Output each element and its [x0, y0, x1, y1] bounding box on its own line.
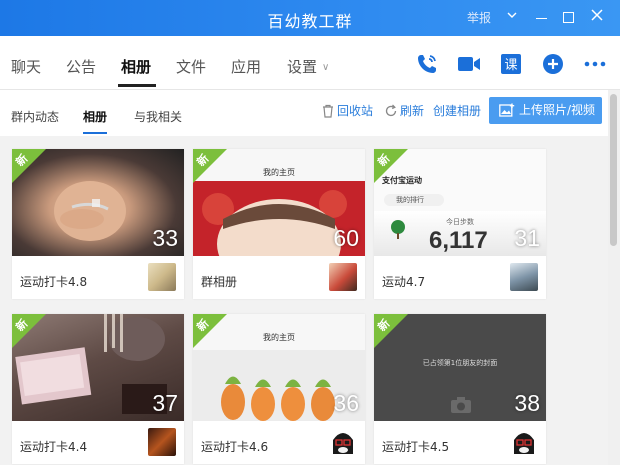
chevron-down-icon: ∨ — [322, 62, 330, 73]
active-tab-indicator — [118, 84, 156, 87]
avatar — [329, 428, 357, 456]
subtab-albums[interactable]: 相册 — [83, 108, 107, 125]
maximize-button[interactable] — [563, 9, 574, 23]
upload-photo-video-button[interactable]: 上传照片/视频 — [489, 97, 602, 124]
create-album-button[interactable]: 创建相册 — [433, 102, 481, 119]
album-card-yundong-4-6[interactable]: 我的主页 36 新 运动打卡4.6 — [193, 314, 365, 464]
album-name: 运动打卡4.6 — [201, 440, 269, 454]
subtab-group-activity[interactable]: 群内动态 — [11, 108, 59, 125]
tab-announcement[interactable]: 公告 — [66, 56, 96, 77]
album-card-group-album[interactable]: 我的主页 60 新 群相册 — [193, 149, 365, 299]
chevron-down-icon[interactable] — [506, 9, 518, 27]
tab-files[interactable]: 文件 — [176, 56, 206, 77]
steps-label: 今日步数 — [446, 218, 474, 226]
album-card-yundong-4-7[interactable]: 支付宝运动 我的排行 今日步数 6,117 31 新 运动4.7 — [374, 149, 546, 299]
class-icon-text: 课 — [504, 58, 517, 73]
avatar — [329, 263, 357, 291]
photo-count: 37 — [152, 390, 178, 416]
album-card-yundong-4-4[interactable]: 37 新 运动打卡4.4 — [12, 314, 184, 464]
vertical-scrollbar[interactable] — [608, 90, 620, 465]
class-icon[interactable]: 课 — [499, 52, 523, 76]
subtab-related-to-me[interactable]: 与我相关 — [134, 108, 182, 125]
minimize-button[interactable] — [536, 9, 547, 19]
more-icon[interactable] — [583, 52, 607, 76]
active-subtab-indicator — [83, 132, 107, 134]
rank-chip: 我的排行 — [384, 194, 444, 206]
album-grid: 33 新 运动打卡4.8 我的主页 60 新 群相册 支付宝运动 我的排行 今日… — [0, 137, 608, 465]
window-title: 百幼教工群 — [267, 12, 353, 31]
upload-label: 上传照片/视频 — [519, 103, 596, 117]
scrollbar-thumb[interactable] — [610, 94, 617, 246]
trash-icon — [323, 104, 333, 118]
photo-count: 38 — [514, 390, 540, 416]
photo-count: 33 — [152, 225, 178, 251]
album-name: 运动4.7 — [382, 275, 426, 289]
album-name: 运动打卡4.8 — [20, 275, 88, 289]
upload-image-icon — [499, 103, 515, 117]
avatar — [148, 428, 176, 456]
refresh-icon — [385, 104, 397, 117]
tab-apps[interactable]: 应用 — [231, 56, 261, 77]
album-name: 运动打卡4.4 — [20, 440, 88, 454]
tab-settings-label: 设置 — [287, 58, 318, 76]
album-card-yundong-4-8[interactable]: 33 新 运动打卡4.8 — [12, 149, 184, 299]
screen-caption: 已占领第1位朋友的封面 — [422, 359, 498, 367]
album-name: 运动打卡4.5 — [382, 440, 450, 454]
recycle-bin-button[interactable]: 回收站 — [321, 102, 373, 119]
avatar — [510, 263, 538, 291]
camera-icon — [451, 397, 471, 413]
add-icon[interactable] — [541, 52, 565, 76]
phone-icon[interactable] — [415, 52, 439, 76]
refresh-button[interactable]: 刷新 — [384, 102, 424, 119]
avatar — [148, 263, 176, 291]
video-call-icon[interactable] — [457, 52, 481, 76]
tree-icon — [391, 220, 405, 239]
recycle-bin-label: 回收站 — [337, 104, 374, 118]
tab-settings[interactable]: 设置 ∨ — [287, 56, 329, 77]
avatar — [510, 428, 538, 456]
title-bar: 百幼教工群 举报 — [0, 0, 620, 36]
photo-count: 60 — [333, 225, 359, 251]
close-button[interactable] — [591, 9, 603, 27]
steps-value: 6,117 — [429, 227, 488, 254]
album-name: 群相册 — [201, 275, 238, 289]
report-link[interactable]: 举报 — [467, 9, 491, 27]
album-card-yundong-4-5[interactable]: 已占领第1位朋友的封面 38 新 运动打卡4.5 — [374, 314, 546, 464]
refresh-label: 刷新 — [400, 104, 425, 118]
tab-album[interactable]: 相册 — [121, 56, 151, 77]
main-tab-bar: 聊天 公告 相册 文件 应用 设置 ∨ 课 — [0, 36, 620, 90]
photo-count: 36 — [333, 390, 359, 416]
photo-count: 31 — [514, 225, 540, 251]
tab-chat[interactable]: 聊天 — [11, 56, 41, 77]
